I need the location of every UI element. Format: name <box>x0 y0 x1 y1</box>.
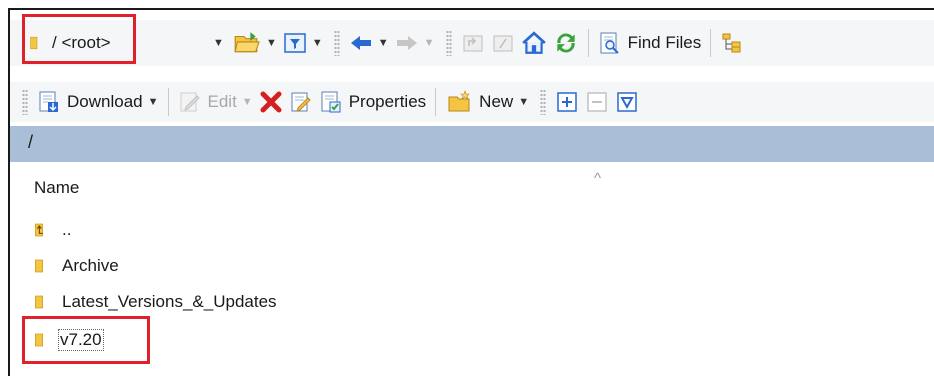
file-list-header: Name ^ <box>10 166 934 208</box>
tree-toggle-button[interactable] <box>717 27 747 59</box>
root-directory-button <box>488 27 518 59</box>
filter-button[interactable]: ▼ <box>280 27 326 59</box>
toolbar-grip[interactable] <box>333 30 340 56</box>
delete-icon <box>260 91 282 113</box>
properties-button[interactable]: Properties <box>316 86 429 118</box>
chevron-down-icon[interactable]: ▼ <box>378 37 389 49</box>
file-panel: / <root> ▼ ▼ ▼ ▼ ▼ Find Files Download ▼… <box>8 8 934 376</box>
filter-triangle-icon <box>617 92 637 112</box>
plus-icon <box>557 92 577 112</box>
refresh-button[interactable] <box>550 27 582 59</box>
delete-button[interactable] <box>256 86 286 118</box>
home-button[interactable] <box>518 27 550 59</box>
folder-icon <box>30 36 38 50</box>
open-folder-icon <box>234 32 260 53</box>
toolbar-grip[interactable] <box>22 89 28 115</box>
list-item-label: .. <box>62 220 72 239</box>
path-selector[interactable]: / <root> ▼ <box>30 24 224 62</box>
download-label: Download <box>67 92 143 111</box>
rename-button[interactable] <box>286 86 316 118</box>
edit-icon <box>180 92 200 112</box>
toolbar-grip[interactable] <box>445 30 452 56</box>
navigation-toolbar: / <root> ▼ ▼ ▼ ▼ ▼ Find Files <box>10 20 934 66</box>
select-files-button[interactable] <box>552 86 582 118</box>
properties-icon <box>321 91 341 113</box>
file-actions-toolbar: Download ▼ Edit ▼ Properties New ▼ <box>10 82 934 122</box>
properties-label: Properties <box>348 92 427 111</box>
list-item-label: Archive <box>62 256 119 275</box>
parent-directory-icon <box>463 35 483 52</box>
parent-directory-button <box>458 27 488 59</box>
toolbar-separator <box>587 29 589 57</box>
chevron-down-icon: ▼ <box>241 96 253 108</box>
folder-icon <box>35 259 43 273</box>
rename-icon <box>291 92 311 112</box>
filter-icon <box>284 33 306 53</box>
chevron-down-icon[interactable]: ▼ <box>266 37 277 49</box>
toolbar-grip[interactable] <box>540 89 547 115</box>
list-item[interactable]: Archive <box>34 250 119 282</box>
root-directory-icon <box>493 35 513 52</box>
back-button[interactable]: ▼ <box>346 27 392 59</box>
toolbar-separator <box>167 88 169 116</box>
back-arrow-icon <box>350 36 371 50</box>
folder-tree-icon <box>722 33 741 53</box>
download-button[interactable]: Download ▼ <box>34 86 162 118</box>
parent-folder-icon <box>35 223 43 237</box>
chevron-down-icon[interactable]: ▼ <box>213 37 224 49</box>
column-header-name[interactable]: Name <box>34 178 79 198</box>
unselect-files-button <box>582 86 612 118</box>
toolbar-separator <box>435 88 437 116</box>
chevron-down-icon[interactable]: ▼ <box>312 37 323 49</box>
new-label: New <box>479 92 514 111</box>
path-selector-value: / <root> <box>52 33 111 52</box>
find-files-icon <box>600 32 619 54</box>
chevron-down-icon: ▼ <box>423 37 435 49</box>
find-files-button[interactable]: Find Files <box>595 27 705 59</box>
forward-button: ▼ <box>392 27 438 59</box>
download-icon <box>39 91 58 112</box>
list-item[interactable]: Latest_Versions_&_Updates <box>34 286 277 318</box>
home-icon <box>521 31 546 54</box>
folder-icon <box>35 295 43 309</box>
forward-arrow-icon <box>396 36 417 50</box>
new-button[interactable]: New ▼ <box>442 86 532 118</box>
open-directory-button[interactable]: ▼ <box>228 27 280 59</box>
current-path-bar: / <box>10 126 934 162</box>
list-item[interactable]: .. <box>34 214 71 246</box>
refresh-icon <box>556 33 575 53</box>
edit-label: Edit <box>207 92 237 111</box>
chevron-down-icon[interactable]: ▼ <box>148 96 159 108</box>
folder-icon <box>35 333 43 347</box>
list-item-label: v7.20 <box>58 329 104 351</box>
sort-ascending-icon: ^ <box>594 170 602 187</box>
list-item[interactable]: v7.20 <box>34 324 104 356</box>
toolbar-separator <box>710 29 712 57</box>
edit-button: Edit ▼ <box>175 86 256 118</box>
minus-icon <box>587 92 607 112</box>
find-files-label: Find Files <box>627 33 702 52</box>
current-path-text: / <box>28 132 34 152</box>
chevron-down-icon[interactable]: ▼ <box>518 96 529 108</box>
list-item-label: Latest_Versions_&_Updates <box>62 292 277 311</box>
new-folder-icon <box>448 90 470 112</box>
filter-select-button[interactable] <box>612 86 642 118</box>
